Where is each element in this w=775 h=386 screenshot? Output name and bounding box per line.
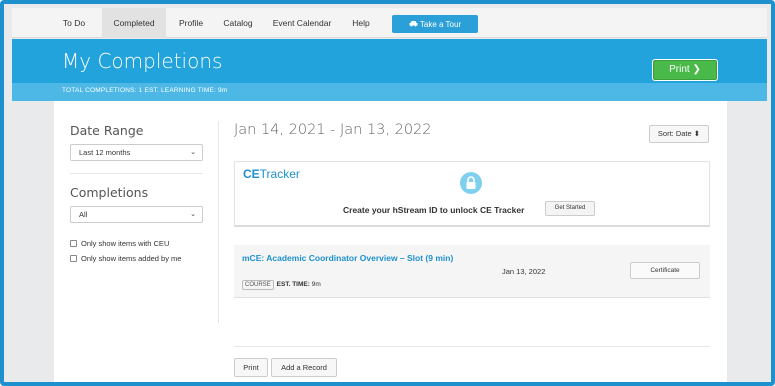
nav-item-completed[interactable]: Completed [102,8,166,38]
nav-item-event-calendar[interactable]: Event Calendar [268,8,336,38]
add-record-button[interactable]: Add a Record [271,358,337,377]
completion-date: Jan 13, 2022 [502,267,546,276]
content-divider [234,346,710,347]
course-type-badge: COURSE [242,280,274,290]
sort-dropdown[interactable]: Sort: Date ⬍ [649,125,709,143]
app-frame: To Do Completed Profile Catalog Event Ca… [0,0,775,386]
ceu-checkbox-label: Only show items with CEU [81,239,170,248]
content-panel: Date Range Last 12 months ⌄ Completions … [54,101,727,382]
get-started-button[interactable]: Get Started [545,201,595,216]
date-range-heading: Date Range [70,123,144,138]
completions-value: All [79,210,88,219]
chevron-down-icon: ⌄ [190,211,196,218]
filter-added-by-me-row[interactable]: Only show items added by me [70,254,181,263]
nav-item-catalog[interactable]: Catalog [218,8,258,38]
chevron-down-icon: ⌄ [190,149,196,156]
completions-heading: Completions [70,185,149,200]
car-icon [409,15,418,33]
ce-tracker-message: Create your hStream ID to unlock CE Trac… [343,205,525,215]
date-range-value: Last 12 months [79,148,131,157]
completion-stats: TOTAL COMPLETIONS: 1 EST. LEARNING TIME:… [62,87,228,94]
est-time-label: EST. TIME: [276,281,310,288]
ce-tracker-logo: CETracker [243,167,300,181]
page-header: My Completions Print ❯ TOTAL COMPLETIONS… [12,39,767,101]
nav-item-help[interactable]: Help [346,8,376,38]
added-by-me-checkbox-label: Only show items added by me [81,254,182,263]
added-by-me-checkbox[interactable] [70,255,77,262]
top-nav: To Do Completed Profile Catalog Event Ca… [12,8,767,38]
filter-ceu-row[interactable]: Only show items with CEU [70,239,169,248]
sidebar-separator [218,121,219,323]
page-title: My Completions [62,49,223,73]
certificate-button[interactable]: Certificate [630,262,700,279]
est-time-value: 9m [311,281,321,288]
take-a-tour-label: Take a Tour [419,20,462,29]
ce-tracker-card: CETracker Create your hStream ID to unlo… [234,161,710,227]
completion-stats-bar: TOTAL COMPLETIONS: 1 EST. LEARNING TIME:… [12,83,767,101]
completion-item: mCE: Academic Coordinator Overview – Slo… [234,245,710,298]
sidebar-divider [70,173,203,174]
lock-icon [460,172,482,194]
completions-select[interactable]: All ⌄ [70,206,203,223]
print-button[interactable]: Print ❯ [652,59,718,81]
ceu-checkbox[interactable] [70,240,77,247]
take-a-tour-button[interactable]: Take a Tour [392,15,478,33]
course-title-link[interactable]: mCE: Academic Coordinator Overview – Slo… [242,253,472,264]
nav-item-profile[interactable]: Profile [172,8,210,38]
date-range-title: Jan 14, 2021 - Jan 13, 2022 [234,122,432,138]
course-meta: COURSE EST. TIME: 9m [242,280,321,290]
date-range-select[interactable]: Last 12 months ⌄ [70,144,203,161]
print-list-button[interactable]: Print [234,358,268,377]
nav-item-todo[interactable]: To Do [54,8,94,38]
